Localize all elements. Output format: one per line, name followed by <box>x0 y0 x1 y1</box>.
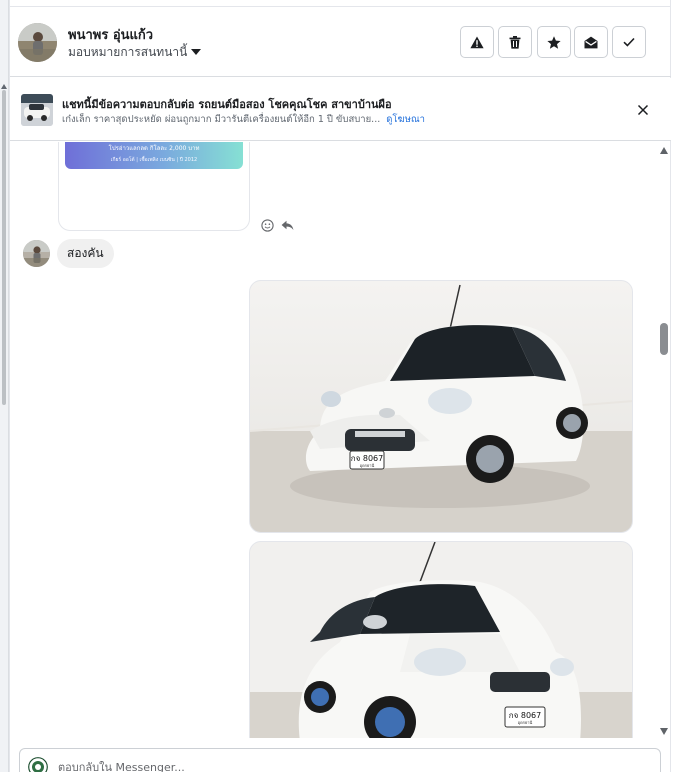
car-photo[interactable]: กจ 8067 อุดรธานี <box>249 280 633 533</box>
conversation-panel: พนาพร อุ่นแก้ว มอบหมายการสนทนานี้ แชทนี้… <box>9 0 672 772</box>
assign-label: มอบหมายการสนทนานี้ <box>68 45 188 59</box>
right-gutter <box>671 0 682 772</box>
star-button[interactable] <box>537 26 571 58</box>
ad-description-row: เก๋งเล็ก ราคาสุดประหยัด ผ่อนถูกมาก มีวาร… <box>62 112 425 127</box>
reply-composer <box>19 748 661 772</box>
car-photo[interactable]: กจ 8067 อุดรธานี <box>249 541 633 738</box>
ad-description: เก๋งเล็ก ราคาสุดประหยัด ผ่อนถูกมาก มีวาร… <box>62 114 381 125</box>
message-thread[interactable]: โปรอ่าวแลกลด กิโลละ 2,000 บาท เกียร์ ออโ… <box>10 142 672 738</box>
reply-icon <box>281 220 293 230</box>
ad-card-message[interactable]: โปรอ่าวแลกลด กิโลละ 2,000 บาท เกียร์ ออโ… <box>58 142 250 231</box>
warning-icon <box>470 36 484 48</box>
trash-icon <box>509 35 521 49</box>
scroll-down-arrow[interactable] <box>660 728 668 735</box>
ad-title: แชทนี้มีข้อความตอบกลับต่อ รถยนต์มือสอง โ… <box>62 98 392 111</box>
avatar[interactable] <box>23 240 50 267</box>
ad-card-banner: โปรอ่าวแลกลด กิโลละ 2,000 บาท เกียร์ ออโ… <box>65 142 243 169</box>
close-icon <box>637 104 649 116</box>
ad-context-bar: แชทนี้มีข้อความตอบกลับต่อ รถยนต์มือสอง โ… <box>10 78 672 141</box>
reply-input[interactable] <box>58 759 638 772</box>
left-panel-edge <box>0 0 9 772</box>
customer-message-bubble: สองคัน <box>57 239 114 268</box>
page-avatar <box>28 757 48 772</box>
view-ad-link[interactable]: ดูโฆษณา <box>386 114 425 125</box>
mark-unread-button[interactable] <box>574 26 608 58</box>
smiley-icon <box>260 218 274 232</box>
plate-number: กจ 8067 <box>351 454 383 463</box>
scrollbar-thumb[interactable] <box>660 323 668 355</box>
react-button[interactable] <box>260 218 274 232</box>
message-actions <box>260 218 294 232</box>
delete-button[interactable] <box>498 26 532 58</box>
star-icon <box>547 35 561 49</box>
scroll-up-arrow[interactable] <box>660 147 668 154</box>
avatar[interactable] <box>18 23 57 62</box>
card-price-line: โปรอ่าวแลกลด กิโลละ 2,000 บาท <box>108 145 200 152</box>
conversation-header: พนาพร อุ่นแก้ว มอบหมายการสนทนานี้ <box>10 7 672 77</box>
card-meta-line: เกียร์ ออโต้ | เชื้อเพลิง เบนซิน | ปี 20… <box>110 157 198 163</box>
close-ad-bar-button[interactable] <box>636 102 650 116</box>
user-name[interactable]: พนาพร อุ่นแก้ว <box>68 24 153 45</box>
check-icon <box>623 37 635 47</box>
assign-conversation-dropdown[interactable]: มอบหมายการสนทนานี้ <box>68 43 202 62</box>
reply-button[interactable] <box>280 218 294 232</box>
plate-number: กจ 8067 <box>509 711 541 720</box>
envelope-open-icon <box>584 36 598 48</box>
ad-thumbnail[interactable] <box>21 94 53 126</box>
caret-down-icon <box>191 48 202 55</box>
spam-button[interactable] <box>460 26 494 58</box>
left-scrollbar-thumb[interactable] <box>2 90 6 405</box>
left-scroll-up-arrow[interactable] <box>1 84 7 89</box>
mark-done-button[interactable] <box>612 26 646 58</box>
